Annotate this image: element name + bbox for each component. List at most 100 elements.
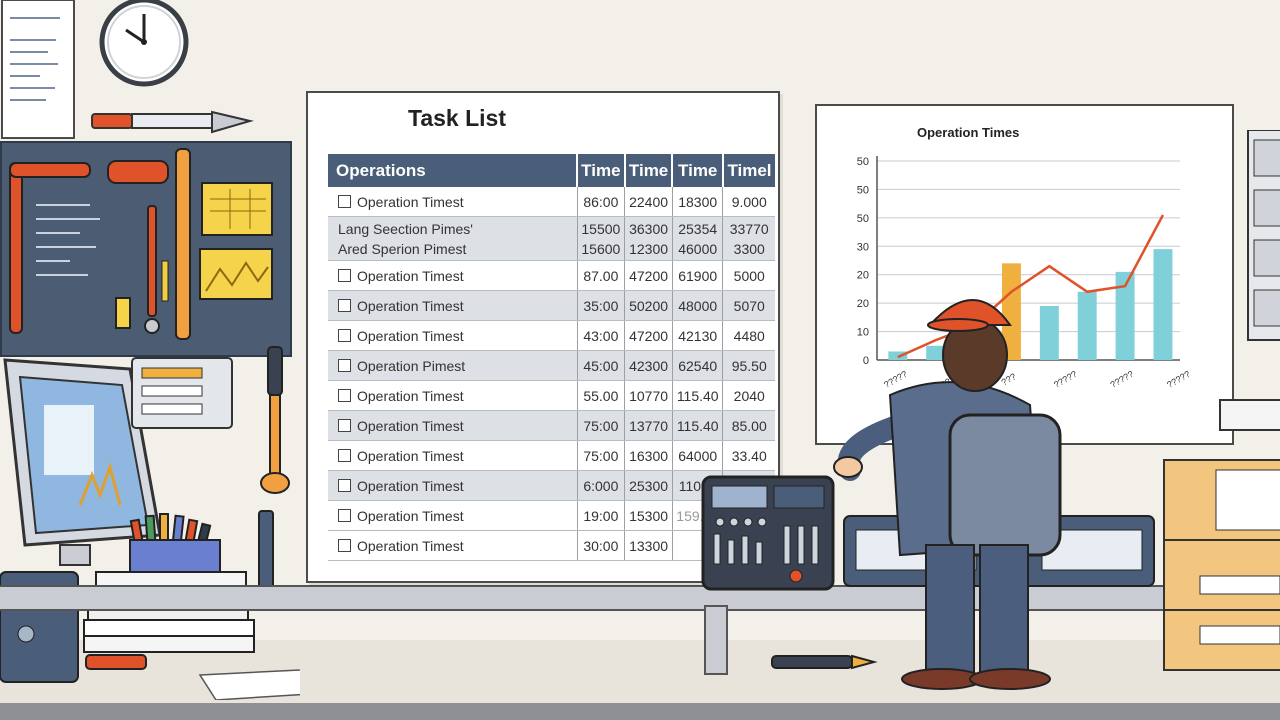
task-checkbox[interactable] — [338, 358, 351, 372]
time-cell-4: 2040 — [722, 380, 775, 411]
table-row: Operation Timest 87.00 47200 61900 5000 — [328, 260, 775, 291]
time-cell-3: 61900 — [672, 260, 724, 291]
clock-icon — [99, 0, 189, 87]
y-tick-label: 50 — [857, 184, 869, 196]
time-cell-4: 85.00 — [722, 410, 775, 441]
task-checkbox[interactable] — [338, 328, 351, 342]
task-list-title: Task List — [408, 105, 506, 131]
time-cell-4: 4480 — [722, 320, 775, 351]
operation-label: Operation Timest — [357, 327, 464, 344]
operation-label: Operation Timest — [357, 417, 464, 434]
time-cell-1: 87.00 — [577, 260, 626, 291]
table-header-row: Operations Time Time Time Timel — [328, 154, 775, 187]
time-cell-2: 16300 — [624, 440, 673, 471]
task-checkbox[interactable] — [338, 448, 351, 462]
table-row: Operation Timest 35:00 50200 48000 5070 — [328, 290, 775, 321]
operation-label: Lang Seection Pimes' Ared Sperion Pimest — [338, 220, 473, 257]
time-cell-2: 47200 — [624, 320, 673, 351]
time-cell-4: 95.50 — [722, 350, 775, 381]
col-header-operations: Operations — [328, 154, 578, 187]
operation-label: Operation Timest — [357, 537, 464, 554]
col-header-time-1: Time — [577, 154, 626, 187]
time-cell-2: 42300 — [624, 350, 673, 381]
time-cell-1: 75:00 — [577, 410, 626, 441]
task-checkbox[interactable] — [338, 508, 351, 522]
time-cell-3: 62540 — [672, 350, 724, 381]
operation-cell: Operation Pimest — [328, 350, 578, 381]
file-cabinet-icon — [1163, 130, 1280, 671]
desk-leg — [704, 605, 728, 675]
time-cell-3: 64000 — [672, 440, 724, 471]
operation-cell: Operation Timest — [328, 380, 578, 411]
operation-label: Operation Pimest — [357, 357, 466, 374]
hammer-icon — [260, 346, 290, 494]
table-row: Operation Timest 86:00 22400 18300 9.000 — [328, 187, 775, 217]
time-cell-3: 115.40 — [672, 410, 724, 441]
operation-cell: Operation Timest — [328, 500, 578, 531]
operation-label: Operation Timest — [357, 387, 464, 404]
time-cell-4: 9.000 — [722, 187, 775, 217]
operation-cell: Operation Timest — [328, 440, 578, 471]
task-checkbox[interactable] — [338, 388, 351, 402]
task-checkbox[interactable] — [338, 478, 351, 492]
operation-label: Operation Timest — [357, 507, 464, 524]
task-checkbox[interactable] — [338, 298, 351, 312]
task-checkbox[interactable] — [338, 418, 351, 432]
col-header-time-3: Time — [672, 154, 724, 187]
time-cell-1: 15500 15600 — [577, 216, 626, 261]
table-row: Operation Timest 55.00 10770 115.40 2040 — [328, 380, 775, 411]
operation-label: Operation Timest — [357, 477, 464, 494]
time-cell-2: 13770 — [624, 410, 673, 441]
operation-cell: Operation Timest — [328, 530, 578, 561]
books-icon — [83, 571, 255, 653]
operation-cell: Operation Timest — [328, 290, 578, 321]
operation-cell: Operation Timest — [328, 320, 578, 351]
meter-device-icon — [131, 357, 233, 429]
time-cell-1: 19:00 — [577, 500, 626, 531]
time-cell-2: 22400 — [624, 187, 673, 217]
time-cell-1: 35:00 — [577, 290, 626, 321]
time-cell-4: 5070 — [722, 290, 775, 321]
time-cell-2: 13300 — [624, 530, 673, 561]
operation-cell: Operation Timest — [328, 187, 578, 217]
time-cell-2: 36300 12300 — [624, 216, 673, 261]
floor-baseboard — [0, 703, 1280, 720]
task-checkbox[interactable] — [338, 538, 351, 552]
time-cell-3: 115.40 — [672, 380, 724, 411]
time-cell-2: 47200 — [624, 260, 673, 291]
time-cell-1: 30:00 — [577, 530, 626, 561]
time-cell-4: 33770 3300 — [722, 216, 775, 261]
time-cell-3: 48000 — [672, 290, 724, 321]
time-cell-1: 43:00 — [577, 320, 626, 351]
time-cell-2: 15300 — [624, 500, 673, 531]
time-cell-2: 10770 — [624, 380, 673, 411]
table-row: Operation Timest 75:00 16300 64000 33.40 — [328, 440, 775, 471]
time-cell-1: 75:00 — [577, 440, 626, 471]
time-cell-1: 45:00 — [577, 350, 626, 381]
col-header-time-4: Timel — [722, 154, 775, 187]
operation-cell: Lang Seection Pimes' Ared Sperion Pimest — [328, 216, 578, 261]
time-cell-3: 18300 — [672, 187, 724, 217]
table-row: Operation Timest 43:00 47200 42130 4480 — [328, 320, 775, 351]
table-row: Lang Seection Pimes' Ared Sperion Pimest… — [328, 216, 775, 261]
wall-note-icon — [1, 0, 75, 139]
time-cell-1: 55.00 — [577, 380, 626, 411]
operation-label: Operation Timest — [357, 447, 464, 464]
time-cell-1: 86:00 — [577, 187, 626, 217]
task-checkbox[interactable] — [338, 194, 351, 208]
time-cell-2: 25300 — [624, 470, 673, 501]
time-cell-1: 6:000 — [577, 470, 626, 501]
pen-icon — [91, 110, 254, 134]
table-row: Operation Pimest 45:00 42300 62540 95.50 — [328, 350, 775, 381]
x-tick-label: ????? — [1109, 369, 1136, 390]
time-cell-3: 42130 — [672, 320, 724, 351]
operation-cell: Operation Timest — [328, 410, 578, 441]
operation-label: Operation Timest — [357, 297, 464, 314]
y-tick-label: 50 — [857, 213, 869, 225]
worker-figure — [833, 299, 1062, 690]
table-row: Operation Timest 75:00 13770 115.40 85.00 — [328, 410, 775, 441]
task-checkbox[interactable] — [338, 268, 351, 282]
time-cell-2: 50200 — [624, 290, 673, 321]
y-tick-label: 20 — [857, 270, 869, 282]
time-cell-3: 25354 46000 — [672, 216, 724, 261]
